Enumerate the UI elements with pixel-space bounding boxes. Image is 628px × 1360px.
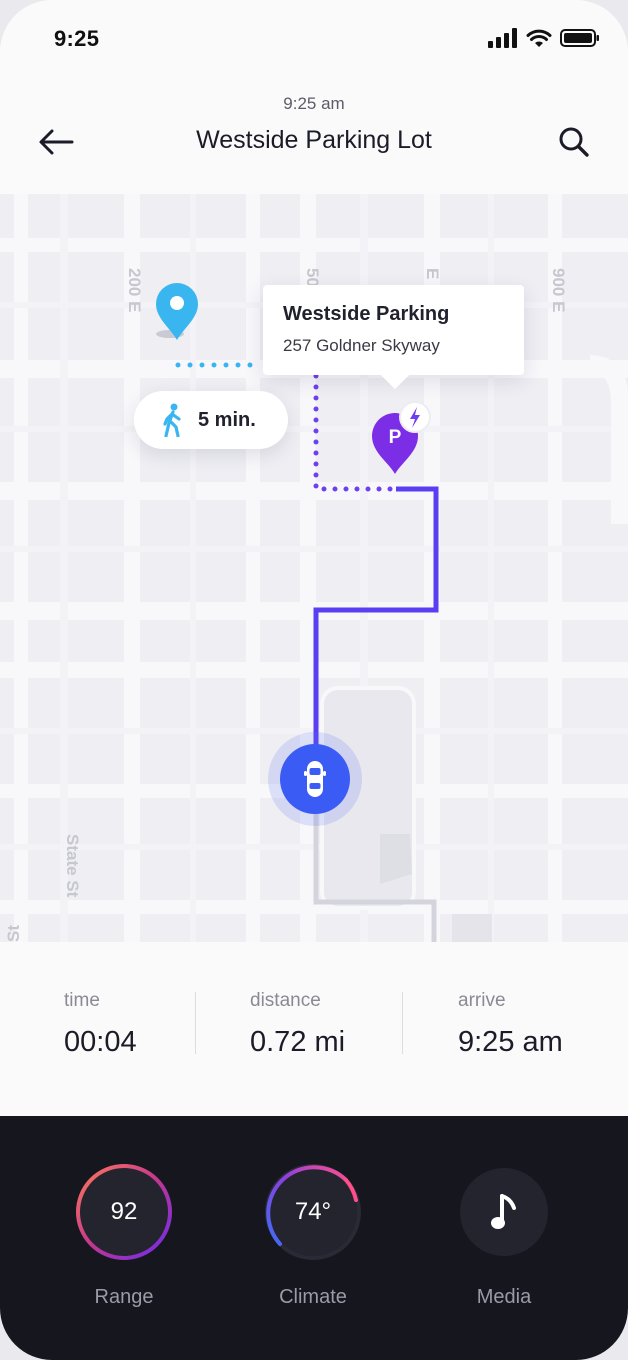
climate-dial[interactable]: 74° — [263, 1162, 363, 1262]
media-label: Media — [476, 1286, 532, 1308]
status-bar: 9:25 — [0, 0, 628, 80]
page-title: Westside Parking Lot — [196, 126, 432, 154]
location-pin-icon[interactable] — [148, 278, 206, 350]
header-time: 9:25 am — [283, 94, 345, 113]
search-icon — [559, 127, 589, 157]
map-view[interactable]: 200 E 500 E E 900 E State St St P — [0, 194, 628, 942]
stat-time-value: 00:04 — [64, 1026, 137, 1058]
header: 9:25 am Westside Parking Lot — [0, 80, 628, 194]
vehicle-controls: 92 Range 74° Climate Media — [0, 1116, 628, 1360]
media-control[interactable]: Media — [439, 1162, 569, 1309]
range-value: 92 — [110, 1198, 138, 1225]
parking-letter: P — [389, 427, 402, 448]
stat-time-label: time — [64, 990, 100, 1011]
walk-time-pill[interactable]: 5 min. — [134, 391, 288, 449]
stat-arrive-label: arrive — [458, 990, 506, 1011]
stat-time: time 00:04 — [64, 990, 137, 1059]
notch — [138, 0, 490, 50]
stat-distance-value: 0.72 mi — [250, 1026, 346, 1058]
charging-bolt-icon — [399, 401, 431, 433]
trip-summary: time 00:04 distance 0.72 mi arrive 9:25 … — [0, 942, 628, 1116]
search-button[interactable] — [552, 120, 596, 164]
parking-callout[interactable]: Westside Parking 257 Goldner Skyway — [263, 285, 524, 375]
music-note-icon — [491, 1194, 516, 1229]
divider — [195, 992, 196, 1054]
parking-pin-icon[interactable]: P — [366, 400, 436, 480]
stat-arrive-value: 9:25 am — [458, 1026, 563, 1058]
status-time: 9:25 — [54, 26, 100, 51]
walking-person-icon — [163, 403, 181, 437]
stat-arrive: arrive 9:25 am — [458, 990, 563, 1059]
climate-label: Climate — [279, 1286, 347, 1308]
battery-icon — [560, 29, 599, 47]
wifi-icon — [526, 29, 552, 47]
callout-title: Westside Parking — [283, 303, 450, 325]
media-button[interactable] — [454, 1162, 554, 1262]
range-control[interactable]: 92 Range — [59, 1162, 189, 1309]
climate-control[interactable]: 74° Climate — [248, 1162, 378, 1309]
status-icons — [488, 26, 600, 50]
climate-value: 74° — [294, 1198, 332, 1225]
car-marker[interactable] — [267, 731, 363, 827]
range-dial[interactable]: 92 — [74, 1162, 174, 1262]
stat-distance: distance 0.72 mi — [250, 990, 345, 1059]
range-label: Range — [94, 1286, 154, 1308]
phone-screen: 9:25 9:25 am Westside Parking Lot 200 E … — [0, 0, 628, 1360]
driving-route — [313, 486, 439, 754]
callout-address: 257 Goldner Skyway — [283, 336, 440, 355]
cellular-signal-icon — [488, 28, 517, 48]
walk-time: 5 min. — [198, 408, 256, 431]
stat-distance-label: distance — [250, 990, 321, 1011]
divider — [402, 992, 403, 1054]
